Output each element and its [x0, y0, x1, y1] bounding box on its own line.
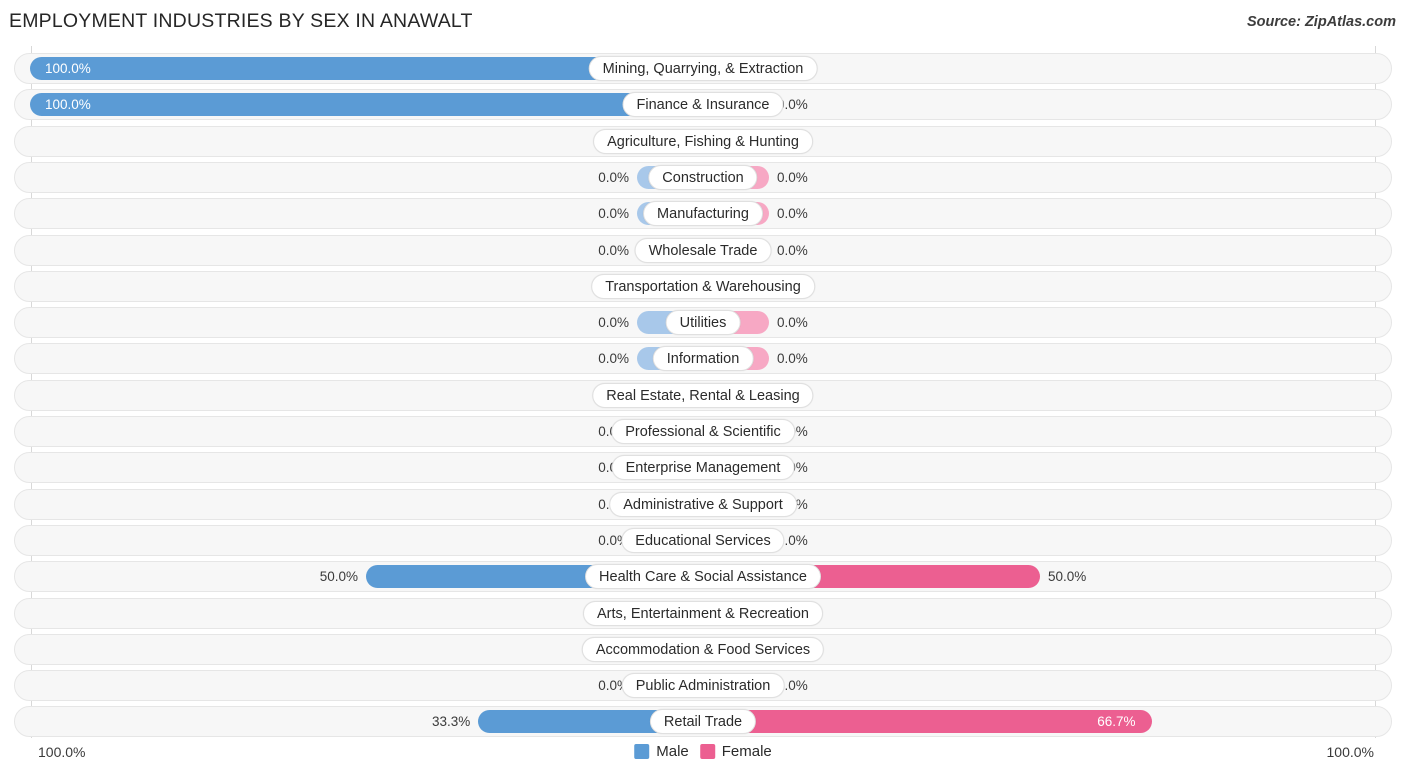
table-row[interactable]: 0.0%0.0%Real Estate, Rental & Leasing: [14, 379, 1392, 411]
bar-female[interactable]: [704, 710, 1153, 734]
bar-value-male: 0.0%: [598, 315, 629, 331]
bar-value-male: 0.0%: [598, 242, 629, 258]
bar-value-female: 66.7%: [1097, 714, 1136, 730]
table-row[interactable]: 0.0%0.0%Administrative & Support: [14, 488, 1392, 520]
bar-value-male: 0.0%: [598, 169, 629, 185]
chart-legend: Male Female: [634, 743, 772, 760]
category-label: Professional & Scientific: [611, 419, 795, 444]
bar-value-female: 0.0%: [777, 242, 808, 258]
table-row[interactable]: 0.0%0.0%Accommodation & Food Services: [14, 633, 1392, 665]
legend-swatch-icon: [699, 744, 715, 759]
table-row[interactable]: 0.0%0.0%Agriculture, Fishing & Hunting: [14, 125, 1392, 157]
table-row[interactable]: 0.0% 0.0% Wholesale Trade: [14, 234, 1392, 266]
category-label: Retail Trade: [649, 709, 757, 735]
category-label: Educational Services: [621, 527, 785, 553]
legend-item-male[interactable]: Male: [634, 743, 689, 760]
category-label: Administrative & Support: [609, 491, 797, 517]
table-row[interactable]: 0.0%0.0%Transportation & Warehousing: [14, 270, 1392, 302]
bar-value-male: 0.0%: [598, 206, 629, 222]
legend-swatch-icon: [634, 744, 650, 759]
table-row[interactable]: 33.3% 66.7% Retail Trade: [14, 706, 1392, 738]
bar-value-female: 0.0%: [777, 351, 808, 367]
bar-value-male: 100.0%: [45, 61, 91, 76]
category-label: Arts, Entertainment & Recreation: [583, 600, 823, 626]
category-label: Manufacturing: [643, 201, 763, 227]
bar-value-male: 33.3%: [431, 714, 471, 730]
chart-plot-area: 100.0% 0.0% Mining, Quarrying, & Extractio…: [0, 46, 1406, 738]
category-label: Enterprise Management: [611, 455, 795, 481]
bar-value-female: 0.0%: [777, 315, 808, 331]
bar-value-male: 50.0%: [319, 569, 358, 585]
category-label: Wholesale Trade: [634, 237, 772, 263]
axis-label-min: 100.0%: [38, 744, 86, 760]
legend-label: Female: [721, 743, 772, 760]
table-row[interactable]: 0.0%0.0%Arts, Entertainment & Recreation: [14, 597, 1392, 629]
bar-value-female: 50.0%: [1048, 569, 1087, 585]
table-row[interactable]: 0.0% 0.0% Information: [14, 343, 1392, 375]
bar-value-female: 0.0%: [777, 206, 808, 222]
table-row[interactable]: 0.0%0.0%Enterprise Management: [14, 452, 1392, 484]
category-label: Agriculture, Fishing & Hunting: [593, 128, 813, 154]
chart-footer: 100.0% Male Female 100.0%: [0, 738, 1406, 776]
category-label: Transportation & Warehousing: [591, 273, 815, 299]
category-label: Construction: [648, 164, 758, 190]
table-row[interactable]: 50.0% 50.0% Health Care & Social Assistanc…: [14, 561, 1392, 593]
table-row[interactable]: 0.0% 0.0% Manufacturing: [14, 198, 1392, 230]
bar-value-male: 100.0%: [45, 97, 91, 113]
category-label: Finance & Insurance: [622, 92, 784, 118]
page-title: EMPLOYMENT INDUSTRIES BY SEX IN ANAWALT: [9, 10, 473, 32]
category-label: Public Administration: [621, 673, 785, 699]
table-row[interactable]: 0.0% 0.0% Public Administration: [14, 670, 1392, 702]
table-row[interactable]: 0.0% 0.0% Construction: [14, 161, 1392, 193]
category-label: Health Care & Social Assistance: [585, 564, 821, 590]
bar-value-male: 0.0%: [598, 351, 629, 367]
bar-male[interactable]: [30, 93, 702, 117]
table-row[interactable]: 100.0%0.0%Mining, Quarrying, & Extractio…: [14, 53, 1392, 84]
table-row[interactable]: 0.0% 0.0% Utilities: [14, 307, 1392, 339]
axis-label-max: 100.0%: [1326, 744, 1374, 760]
table-row[interactable]: 0.0%0.0%Professional & Scientific: [14, 416, 1392, 447]
chart-page: EMPLOYMENT INDUSTRIES BY SEX IN ANAWALT …: [0, 0, 1406, 776]
table-row[interactable]: 100.0% 0.0% Finance & Insurance: [14, 89, 1392, 121]
source-attribution: Source: ZipAtlas.com: [1246, 14, 1396, 30]
category-label: Real Estate, Rental & Leasing: [592, 382, 814, 408]
category-label: Information: [652, 346, 754, 372]
category-label: Accommodation & Food Services: [581, 636, 825, 662]
table-row[interactable]: 0.0% 0.0% Educational Services: [14, 524, 1392, 556]
chart-rows: 100.0% 0.0% Mining, Quarrying, & Extractio…: [0, 46, 1406, 738]
legend-label: Male: [656, 743, 689, 760]
page-header: EMPLOYMENT INDUSTRIES BY SEX IN ANAWALT …: [0, 0, 1406, 46]
category-label: Utilities: [665, 310, 741, 336]
bar-value-female: 0.0%: [777, 169, 808, 185]
legend-item-female[interactable]: Female: [699, 743, 772, 760]
category-label: Mining, Quarrying, & Extraction: [588, 56, 818, 81]
